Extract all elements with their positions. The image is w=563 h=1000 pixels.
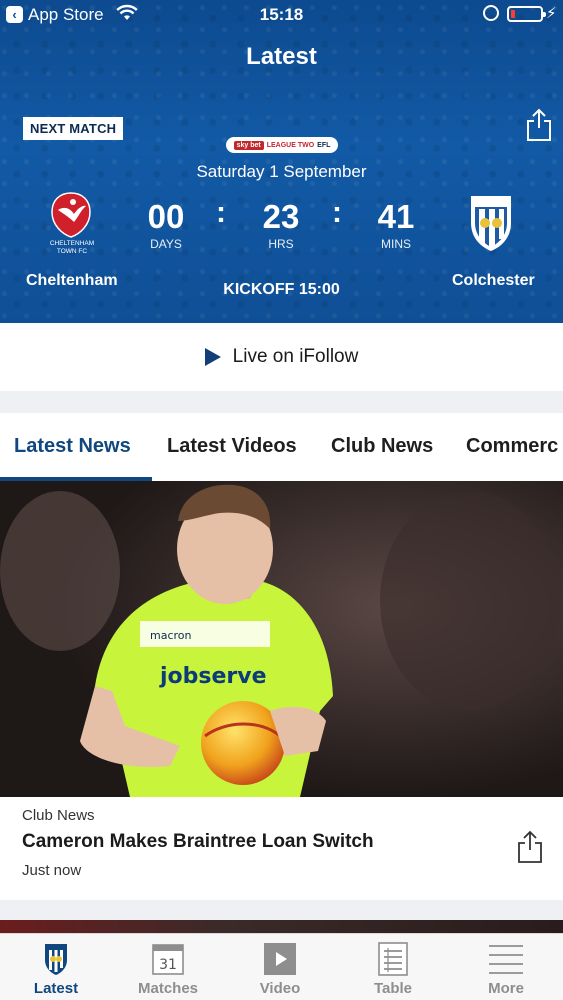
- player-photo: macron jobserve: [0, 481, 563, 797]
- tab-latest-news[interactable]: Latest News: [14, 435, 131, 458]
- article-image[interactable]: macron jobserve: [0, 481, 563, 797]
- next-match-badge: NEXT MATCH: [23, 117, 124, 140]
- match-hero: ‹ App Store 15:18 ⚡ Latest NEXT MATCH sk…: [0, 0, 563, 323]
- nav-label: More: [488, 980, 524, 997]
- status-time: 15:18: [259, 5, 304, 24]
- orientation-lock-icon: [483, 5, 499, 21]
- countdown-hours-label: HRS: [268, 237, 294, 251]
- calendar-day: 31: [159, 957, 177, 973]
- countdown-hours: 23: [262, 198, 300, 235]
- kickoff-time: KICKOFF 15:00: [223, 281, 340, 298]
- nav-video[interactable]: Video: [224, 934, 336, 1000]
- play-icon: [204, 348, 221, 366]
- nav-label: Latest: [33, 980, 79, 997]
- colchester-crest-icon[interactable]: [467, 193, 515, 253]
- countdown-separator: :: [332, 196, 342, 229]
- cheltenham-crest-icon[interactable]: [50, 192, 92, 238]
- table-list-icon: [378, 942, 408, 976]
- next-article-image[interactable]: [0, 920, 563, 934]
- nav-more[interactable]: More: [450, 934, 562, 1000]
- tab-latest-videos[interactable]: Latest Videos: [167, 435, 297, 458]
- home-crest-caption: CHELTENHAM TOWN FC: [49, 240, 95, 255]
- article-title[interactable]: Cameron Makes Braintree Loan Switch: [22, 831, 374, 853]
- share-icon[interactable]: [526, 108, 552, 142]
- page-title: Latest: [246, 43, 317, 70]
- countdown-separator: :: [216, 196, 226, 229]
- nav-label: Table: [373, 980, 413, 997]
- tab-club-news[interactable]: Club News: [331, 435, 433, 458]
- article-timestamp: Just now: [22, 862, 82, 879]
- battery-icon: [507, 6, 546, 22]
- charging-icon: ⚡: [546, 5, 557, 22]
- nav-latest[interactable]: Latest: [0, 934, 112, 1000]
- countdown-days: 00: [147, 198, 185, 235]
- tab-commercial[interactable]: Commerc: [466, 435, 558, 458]
- bottom-nav: Latest 31 Matches Video Table More: [0, 933, 563, 1000]
- competition-logo: sky bet LEAGUE TWO EFL: [226, 137, 338, 153]
- shirt-sponsor-text: jobserve: [159, 664, 267, 689]
- nav-label: Matches: [137, 980, 199, 997]
- status-bar: ‹ App Store 15:18 ⚡: [0, 0, 563, 30]
- match-date: Saturday 1 September: [196, 162, 367, 181]
- countdown-mins: 41: [377, 198, 415, 235]
- live-on-ifollow-button[interactable]: Live on iFollow: [0, 323, 563, 391]
- battery-level: [511, 10, 515, 18]
- video-play-icon: [264, 943, 296, 975]
- kit-maker-text: macron: [150, 629, 192, 642]
- countdown-days-label: DAYS: [150, 237, 182, 251]
- calendar-icon: 31: [152, 944, 184, 975]
- club-crest-icon: [45, 944, 67, 975]
- hamburger-menu-icon: [489, 945, 523, 974]
- ifollow-label: Live on iFollow: [232, 346, 359, 367]
- nav-table[interactable]: Table: [337, 934, 449, 1000]
- article-card[interactable]: Club News Cameron Makes Braintree Loan S…: [0, 797, 563, 900]
- news-tabs: Latest News Latest Videos Club News Comm…: [0, 413, 563, 481]
- nav-matches[interactable]: 31 Matches: [112, 934, 224, 1000]
- article-category: Club News: [22, 807, 95, 824]
- nav-label: Video: [259, 980, 301, 997]
- countdown-mins-label: MINS: [381, 237, 411, 251]
- share-icon[interactable]: [517, 830, 543, 864]
